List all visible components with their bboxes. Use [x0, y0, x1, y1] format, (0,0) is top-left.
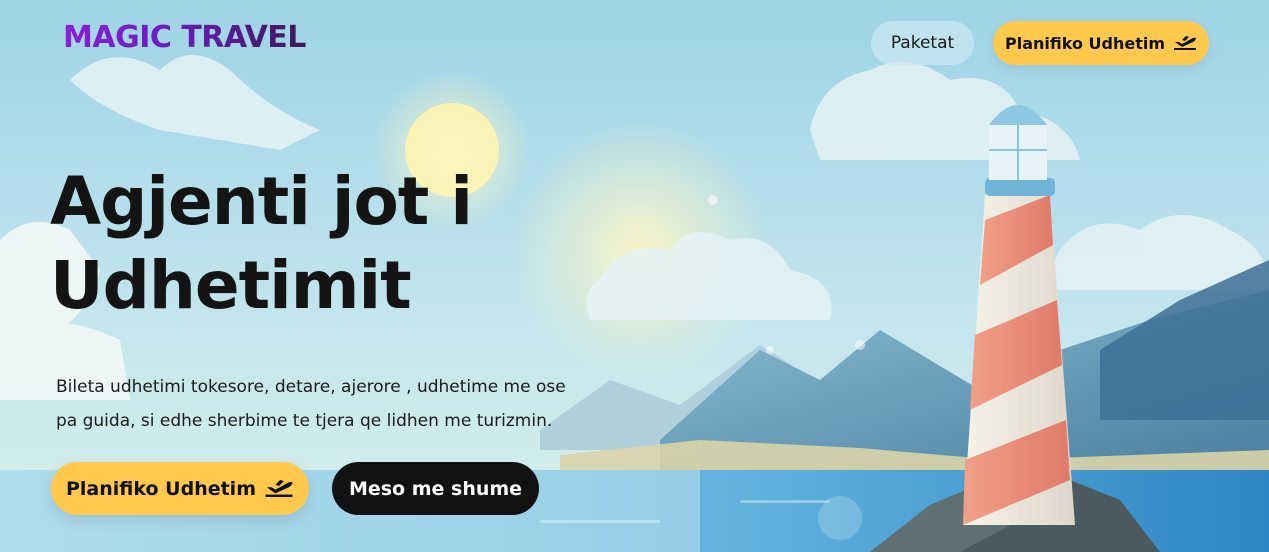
hero-description: Bileta udhetimi tokesore, detare, ajeror… [56, 370, 646, 438]
plane-departure-icon [1173, 32, 1197, 54]
hero-description-line2: pa guida, si edhe sherbime te tjera qe l… [56, 411, 553, 431]
nav-plan-trip-label: Planifiko Udhetim [1004, 33, 1165, 53]
primary-plan-trip-button[interactable]: Planifiko Udhetim [51, 462, 309, 515]
hero-section: MAGIC TRAVEL Paketat Planifiko Udhetim A… [0, 0, 1269, 552]
hero-headline-line2: Udhetimit [50, 247, 412, 324]
plane-departure-icon [264, 475, 294, 502]
learn-more-button[interactable]: Meso me shume [332, 462, 539, 515]
learn-more-label: Meso me shume [348, 477, 523, 500]
brand-logo[interactable]: MAGIC TRAVEL [63, 20, 306, 55]
nav-packages-label: Paketat [890, 33, 955, 53]
primary-plan-trip-label: Planifiko Udhetim [65, 477, 256, 500]
nav-plan-trip-button[interactable]: Planifiko Udhetim [993, 21, 1209, 65]
nav-packages-link[interactable]: Paketat [871, 21, 974, 65]
hero-description-line1: Bileta udhetimi tokesore, detare, ajeror… [56, 377, 566, 397]
hero-headline-line1: Agjenti jot i [50, 163, 473, 240]
hero-headline: Agjenti jot i Udhetimit [50, 160, 670, 328]
